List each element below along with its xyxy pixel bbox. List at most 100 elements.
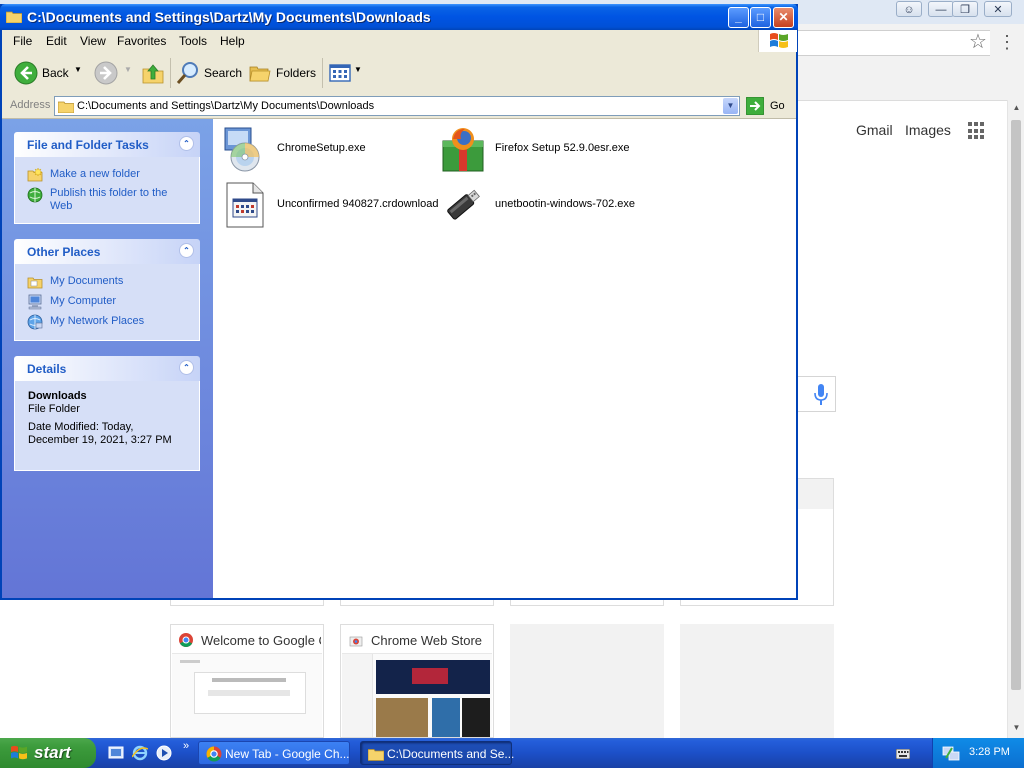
system-tray: 3:28 PM xyxy=(932,738,1024,768)
installer-cd-icon xyxy=(224,127,260,172)
generic-file-icon xyxy=(226,182,264,228)
media-player-icon[interactable] xyxy=(156,745,172,761)
taskbar: start » New Tab - Google Ch... C:\Docume… xyxy=(0,738,1024,768)
tile-title: Chrome Web Store xyxy=(371,633,483,648)
internet-explorer-icon[interactable] xyxy=(132,745,148,761)
place-label: My Documents xyxy=(50,275,124,287)
taskbar-button-chrome[interactable]: New Tab - Google Ch... xyxy=(198,741,350,765)
panel-title: Other Places xyxy=(27,245,101,259)
my-documents-icon xyxy=(27,277,43,289)
back-dropdown-icon[interactable]: ▼ xyxy=(74,65,82,74)
task-label: Make a new folder xyxy=(50,168,140,180)
menu-help[interactable]: Help xyxy=(220,34,245,48)
file-item[interactable]: ChromeSetup.exe xyxy=(221,125,421,173)
minimize-button[interactable]: — xyxy=(928,1,954,17)
show-desktop-icon[interactable] xyxy=(108,745,124,761)
menu-edit[interactable]: Edit xyxy=(46,34,67,48)
forward-button[interactable]: ▼ xyxy=(92,59,134,87)
scroll-thumb[interactable] xyxy=(1011,120,1021,690)
views-dropdown-icon[interactable]: ▼ xyxy=(354,65,362,74)
minimize-button[interactable]: _ xyxy=(728,7,749,28)
collapse-chevron-icon[interactable]: ⌃ xyxy=(179,136,194,151)
file-name: Firefox Setup 52.9.0esr.exe xyxy=(495,142,630,154)
go-label: Go xyxy=(770,100,785,112)
omnibox[interactable] xyxy=(790,30,990,56)
back-arrow-icon xyxy=(14,61,38,85)
collapse-chevron-icon[interactable]: ⌃ xyxy=(179,360,194,375)
place-my-documents[interactable]: My Documents xyxy=(15,272,199,292)
folder-icon xyxy=(6,11,22,23)
images-link[interactable]: Images xyxy=(905,122,951,138)
address-input[interactable]: C:\Documents and Settings\Dartz\My Docum… xyxy=(54,96,740,116)
scroll-down-arrow-icon[interactable]: ▼ xyxy=(1008,720,1024,736)
menu-file[interactable]: File xyxy=(13,34,32,48)
place-label: My Computer xyxy=(50,295,117,307)
panel-header[interactable]: Other Places ⌃ xyxy=(14,239,200,264)
file-list: ChromeSetup.exe Firefox Setup 52.9.0esr.… xyxy=(213,119,796,598)
file-item[interactable]: Firefox Setup 52.9.0esr.exe xyxy=(439,125,659,173)
task-pane: File and Folder Tasks ⌃ Make a new folde… xyxy=(2,119,213,598)
gmail-link[interactable]: Gmail xyxy=(856,122,893,138)
apps-grid-icon[interactable] xyxy=(968,122,986,140)
profile-button[interactable]: ☺ xyxy=(896,1,922,17)
menu-favorites[interactable]: Favorites xyxy=(117,34,166,48)
explorer-body: File and Folder Tasks ⌃ Make a new folde… xyxy=(2,119,796,598)
address-dropdown-icon[interactable]: ▼ xyxy=(723,98,738,114)
tile-thumbnail xyxy=(172,653,322,737)
clock[interactable]: 3:28 PM xyxy=(969,746,1010,758)
close-button[interactable]: ✕ xyxy=(773,7,794,28)
new-folder-icon xyxy=(27,167,43,182)
network-status-icon[interactable] xyxy=(942,744,960,762)
usb-drive-icon xyxy=(447,189,480,220)
panel-header[interactable]: File and Folder Tasks ⌃ xyxy=(14,132,200,157)
publish-web-icon xyxy=(27,187,43,203)
up-folder-button[interactable] xyxy=(140,59,166,87)
explorer-titlebar[interactable]: C:\Documents and Settings\Dartz\My Docum… xyxy=(0,4,798,30)
scroll-up-arrow-icon[interactable]: ▲ xyxy=(1008,100,1024,116)
bookmark-star-icon[interactable]: ☆ xyxy=(966,30,990,54)
file-item[interactable]: unetbootin-windows-702.exe xyxy=(439,181,659,229)
maximize-button[interactable]: □ xyxy=(750,7,771,28)
panel-header[interactable]: Details ⌃ xyxy=(14,356,200,381)
folders-icon xyxy=(249,66,271,82)
close-button[interactable]: ✕ xyxy=(984,1,1012,17)
file-item[interactable]: Unconfirmed 940827.crdownload xyxy=(221,181,441,229)
page-scrollbar[interactable]: ▲ ▼ xyxy=(1007,100,1024,738)
empty-tile xyxy=(680,624,834,738)
task-label: Publish this folder to the Web xyxy=(50,187,168,212)
tile-welcome-to-google-chrome[interactable]: Welcome to Google C xyxy=(170,624,324,738)
toolbar-separator xyxy=(322,58,323,88)
keyboard-icon[interactable] xyxy=(896,749,910,759)
microphone-icon[interactable] xyxy=(814,384,828,406)
chrome-menu-icon[interactable]: ⋮ xyxy=(998,32,1016,52)
menu-tools[interactable]: Tools xyxy=(179,34,207,48)
task-make-new-folder[interactable]: Make a new folder xyxy=(15,165,199,185)
details-panel: Details ⌃ Downloads File Folder Date Mod… xyxy=(14,356,200,471)
search-label: Search xyxy=(204,66,243,80)
place-my-network-places[interactable]: My Network Places xyxy=(15,312,199,332)
views-button[interactable]: ▼ xyxy=(328,59,364,87)
menu-bar: File Edit View Favorites Tools Help xyxy=(2,30,797,53)
search-button[interactable]: Search xyxy=(176,59,242,87)
folder-icon xyxy=(368,749,384,761)
forward-dropdown-icon[interactable]: ▼ xyxy=(124,65,132,74)
folder-up-icon xyxy=(142,64,164,84)
folder-icon xyxy=(58,101,74,113)
taskbar-button-explorer[interactable]: C:\Documents and Se... xyxy=(360,741,515,765)
panel-body: Downloads File Folder Date Modified: Tod… xyxy=(14,381,200,471)
place-my-computer[interactable]: My Computer xyxy=(15,292,199,312)
collapse-chevron-icon[interactable]: ⌃ xyxy=(179,243,194,258)
start-button[interactable]: start xyxy=(0,738,96,768)
task-publish-folder-web[interactable]: Publish this folder to the Web xyxy=(15,185,199,215)
tile-chrome-web-store[interactable]: Chrome Web Store xyxy=(340,624,494,738)
folders-button[interactable]: Folders xyxy=(248,59,318,87)
address-bar: Address C:\Documents and Settings\Dartz\… xyxy=(2,94,796,119)
taskbar-button-label: C:\Documents and Se... xyxy=(387,747,515,761)
back-button[interactable]: Back ▼ xyxy=(12,59,92,87)
restore-button[interactable]: ❐ xyxy=(952,1,978,17)
window-title: C:\Documents and Settings\Dartz\My Docum… xyxy=(27,9,431,25)
quick-launch-more-icon[interactable]: » xyxy=(183,740,189,752)
menu-view[interactable]: View xyxy=(80,34,106,48)
go-button[interactable]: Go xyxy=(746,97,786,115)
file-name: ChromeSetup.exe xyxy=(277,142,366,154)
